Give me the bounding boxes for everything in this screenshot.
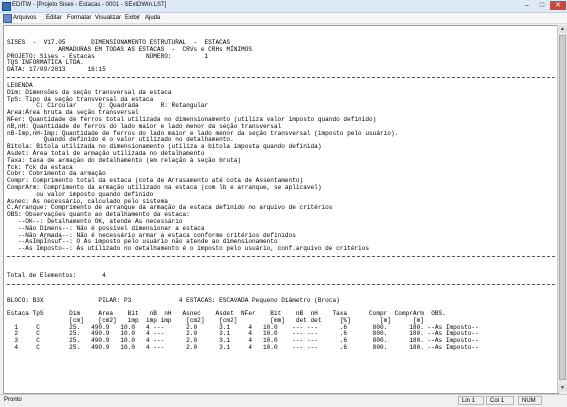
menu-visualizar[interactable]: Visualizar [95,14,121,22]
scroll-thumb[interactable] [559,35,566,380]
status-message: Pronto [4,397,22,403]
document-area[interactable]: SISES - V17.05 DIMENSIONAMENTO ESTRUTURA… [3,25,559,394]
maximize-button[interactable]: □ [535,1,549,10]
table-row: 4 C 25. 490.9 10.0 4 --- 2.0 3.1 4 10.0 … [7,344,479,351]
document-icon[interactable] [3,14,12,23]
vertical-scrollbar[interactable]: ▲ ▼ [557,25,567,392]
title-bar: EDITW - [Projeto Sisex - Estacas - 0001 … [0,0,567,13]
header-line: DATA: 17/09/2013 16:15 [7,66,106,74]
menu-formatar[interactable]: Formatar [67,14,91,22]
app-icon[interactable] [2,2,11,11]
editor-window: EDITW - [Projeto Sisex - Estacas - 0001 … [0,0,567,407]
minimize-button[interactable]: – [520,1,534,10]
status-bar: Pronto Lin 1 Col 1 NUM [0,394,567,407]
scroll-up-arrow[interactable]: ▲ [558,25,567,33]
menu-ajuda[interactable]: Ajuda [145,14,160,22]
separator-line [7,284,555,285]
total-elements: Total de Elementos: 4 [7,272,106,279]
legend-line: --As Imposto--: As utilizado no detalham… [7,245,370,253]
separator-line [7,256,555,257]
scroll-down-arrow[interactable]: ▼ [558,384,567,392]
status-column: Col 1 [486,396,514,405]
window-title: EDITW - [Projeto Sisex - Estacas - 0001 … [12,2,167,8]
menu-editar[interactable]: Editar [46,14,62,22]
separator-line [7,77,555,78]
status-line: Lin 1 [458,396,484,405]
status-numlock: NUM [518,396,542,405]
menu-exibir[interactable]: Exibir [125,14,140,22]
menu-arquivos[interactable]: Arquivos [13,14,36,22]
block-line: BLOCO: B3X PILAR: P3 4 ESTACAS: ESCAVADA… [7,297,340,304]
close-button[interactable]: ✕ [550,1,566,10]
menu-bar: Arquivos Editar Formatar Visualizar Exib… [0,13,567,24]
